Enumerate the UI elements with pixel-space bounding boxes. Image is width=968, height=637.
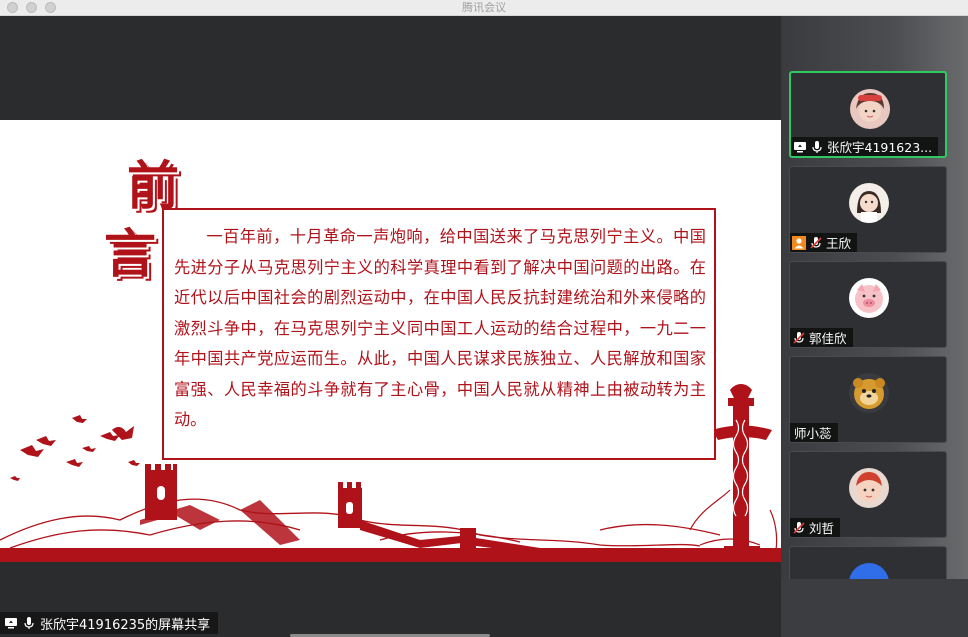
participant-tile[interactable]: 师小蕊 [789, 356, 947, 443]
participant-tile[interactable] [789, 546, 947, 579]
slide-text-box: 一百年前，十月革命一声炮响，给中国送来了马克思列宁主义。中国先进分子从马克思列宁… [162, 208, 716, 460]
avatar [849, 278, 889, 318]
avatar [850, 89, 890, 129]
microphone-muted-icon [809, 236, 823, 250]
participant-name-bar: 师小蕊 [790, 423, 838, 442]
participant-tile[interactable]: 张欣宇4191623... [789, 71, 947, 158]
screen-share-icon [793, 140, 807, 154]
shared-screen-area[interactable]: 前 言 一百年前，十月革命一声炮响，给中国送来了马克思列宁主义。中国先进分子从马… [0, 16, 781, 637]
screen-share-owner-text: 张欣宇41916235的屏幕共享 [40, 617, 211, 633]
participant-panel: 张欣宇4191623... 王欣 郭佳欣 师小蕊 刘哲 [781, 16, 968, 637]
avatar [849, 183, 889, 223]
shared-slide: 前 言 一百年前，十月革命一声炮响，给中国送来了马克思列宁主义。中国先进分子从马… [0, 120, 781, 562]
participant-name: 师小蕊 [794, 426, 832, 441]
participant-name-bar: 张欣宇4191623... [791, 137, 939, 156]
slide-bottom-bar [0, 548, 781, 562]
slide-heading-char-2: 言 [104, 225, 157, 285]
screen-share-icon [4, 616, 18, 630]
microphone-icon [22, 616, 36, 630]
screen-share-label: 张欣宇41916235的屏幕共享 [0, 612, 219, 634]
window-title: 腾讯会议 [462, 1, 506, 14]
participant-name: 郭佳欣 [809, 331, 847, 346]
participant-name: 刘哲 [809, 521, 835, 536]
microphone-muted-icon [792, 521, 806, 535]
participant-name-bar: 郭佳欣 [790, 328, 853, 347]
avatar [849, 563, 889, 579]
microphone-muted-icon [792, 331, 806, 345]
window-titlebar: 腾讯会议 [0, 0, 968, 16]
participant-name-bar: 刘哲 [790, 518, 841, 537]
participant-name: 王欣 [826, 236, 852, 251]
participant-tile[interactable]: 刘哲 [789, 451, 947, 538]
participant-name: 张欣宇4191623... [827, 140, 933, 155]
panel-footer [781, 579, 968, 637]
avatar [849, 373, 889, 413]
participant-name-bar: 王欣 [790, 233, 858, 252]
participant-list[interactable]: 张欣宇4191623... 王欣 郭佳欣 师小蕊 刘哲 [781, 16, 956, 579]
avatar [849, 468, 889, 508]
slide-paragraph: 一百年前，十月革命一声炮响，给中国送来了马克思列宁主义。中国先进分子从马克思列宁… [174, 227, 706, 429]
participant-tile[interactable]: 郭佳欣 [789, 261, 947, 348]
host-badge-icon [792, 235, 806, 250]
participant-tile[interactable]: 王欣 [789, 166, 947, 253]
microphone-icon [810, 140, 824, 154]
